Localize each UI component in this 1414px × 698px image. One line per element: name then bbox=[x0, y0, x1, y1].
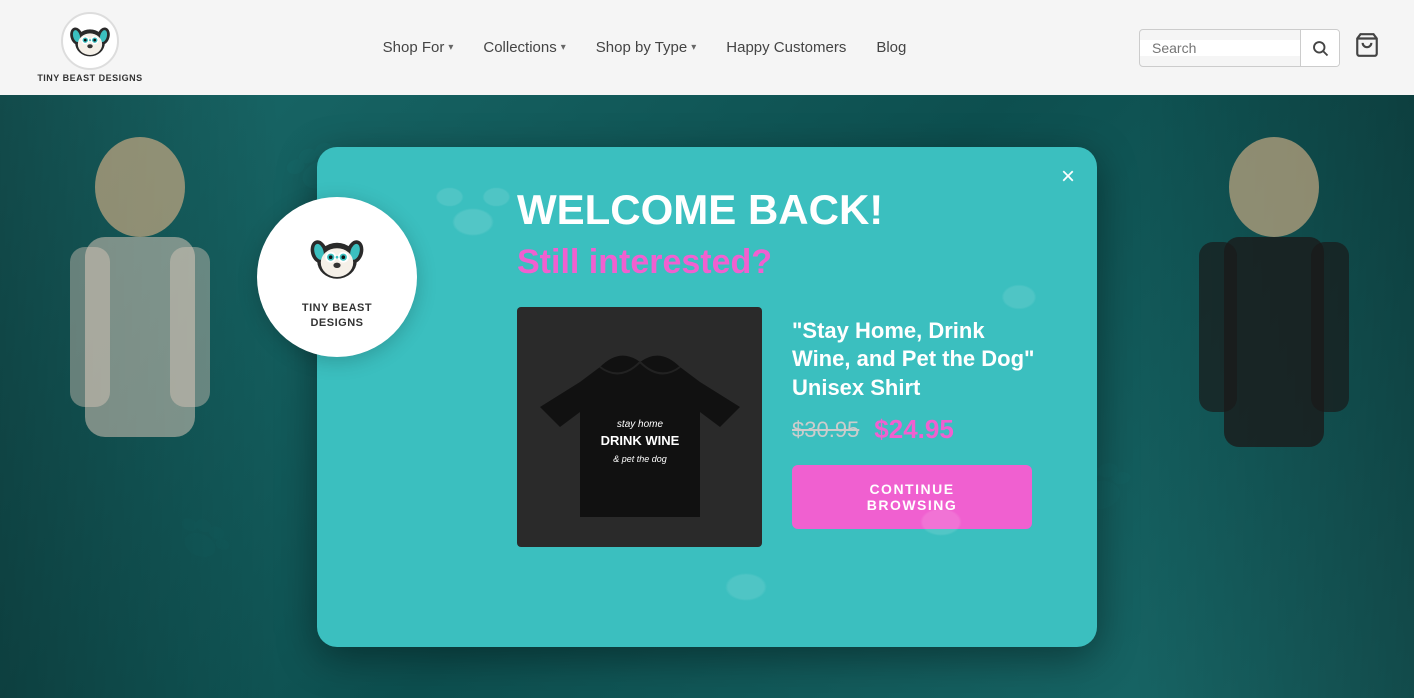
nav-shop-by-type[interactable]: Shop by Type ▾ bbox=[596, 39, 697, 56]
chevron-icon: ▾ bbox=[561, 42, 566, 53]
site-logo[interactable]: Tiny Beast Designs bbox=[30, 12, 150, 83]
svg-text:DRINK WINE: DRINK WINE bbox=[600, 433, 679, 448]
welcome-modal: Tiny Beast Designs × WELCOME BACK! Still… bbox=[317, 147, 1097, 647]
search-area bbox=[1139, 28, 1384, 68]
modal-dog-logo-icon bbox=[301, 223, 373, 295]
chevron-icon: ▾ bbox=[691, 42, 696, 53]
nav-collections[interactable]: Collections ▾ bbox=[483, 39, 565, 56]
product-info: "Stay Home, Drink Wine, and Pet the Dog"… bbox=[792, 307, 1047, 530]
product-image: stay home DRINK WINE & pet the dog bbox=[517, 307, 762, 547]
dog-logo-icon bbox=[63, 14, 117, 69]
search-box bbox=[1139, 29, 1340, 67]
search-button[interactable] bbox=[1300, 29, 1339, 67]
header: Tiny Beast Designs Shop For ▾ Collection… bbox=[0, 0, 1414, 95]
hero-background: Tiny Beast Designs × WELCOME BACK! Still… bbox=[0, 95, 1414, 698]
chevron-icon: ▾ bbox=[448, 42, 453, 53]
svg-text:stay home: stay home bbox=[616, 419, 663, 430]
continue-browsing-button[interactable]: CONTINUE BROWSING bbox=[792, 465, 1032, 529]
main-nav: Shop For ▾ Collections ▾ Shop by Type ▾ … bbox=[383, 39, 907, 56]
price-original: $30.95 bbox=[792, 417, 859, 443]
search-icon bbox=[1311, 39, 1329, 57]
close-button[interactable]: × bbox=[1061, 165, 1075, 189]
modal-subtitle: Still interested? bbox=[517, 243, 1047, 282]
product-name: "Stay Home, Drink Wine, and Pet the Dog"… bbox=[792, 317, 1047, 403]
svg-text:& pet the dog: & pet the dog bbox=[613, 454, 667, 464]
nav-blog[interactable]: Blog bbox=[876, 39, 906, 56]
modal-overlay: Tiny Beast Designs × WELCOME BACK! Still… bbox=[0, 95, 1414, 698]
cart-icon bbox=[1354, 32, 1380, 58]
logo-circle bbox=[61, 12, 119, 70]
modal-title: WELCOME BACK! bbox=[517, 187, 1047, 233]
nav-shop-for[interactable]: Shop For ▾ bbox=[383, 39, 454, 56]
cart-button[interactable] bbox=[1350, 28, 1384, 68]
nav-happy-customers[interactable]: Happy Customers bbox=[726, 39, 846, 56]
price-sale: $24.95 bbox=[874, 414, 954, 445]
modal-logo-text: Tiny Beast Designs bbox=[302, 301, 372, 330]
modal-logo-badge: Tiny Beast Designs bbox=[257, 197, 417, 357]
search-input[interactable] bbox=[1140, 40, 1300, 56]
product-row: stay home DRINK WINE & pet the dog "Stay… bbox=[517, 307, 1047, 547]
product-tshirt-image: stay home DRINK WINE & pet the dog bbox=[540, 327, 740, 527]
logo-text: Tiny Beast Designs bbox=[37, 73, 142, 83]
price-row: $30.95 $24.95 bbox=[792, 414, 1047, 445]
